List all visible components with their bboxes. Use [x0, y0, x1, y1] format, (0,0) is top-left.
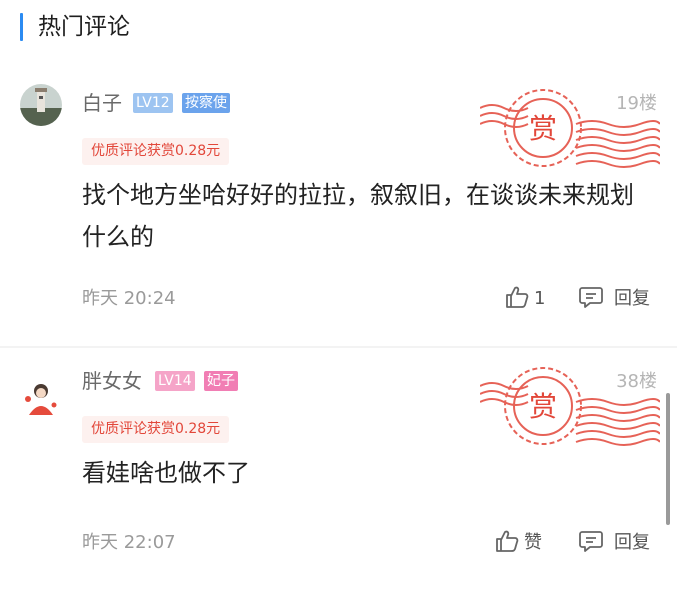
- level-badge: LV14: [155, 371, 195, 391]
- comment-content: 看娃啥也做不了: [82, 459, 250, 487]
- level-badge: LV12: [133, 93, 173, 113]
- scrollbar[interactable]: [666, 393, 670, 525]
- reply-icon[interactable]: [578, 528, 604, 554]
- like-button[interactable]: 赞: [524, 530, 542, 556]
- username[interactable]: 白子: [82, 89, 122, 117]
- comment-item: 白子 LV12 按察使 19楼 赏 优质评论获赏0.28元 找个地方坐哈好好的拉…: [0, 74, 677, 344]
- role-badge: 妃子: [204, 371, 238, 391]
- comment-content: 找个地方坐哈好好的拉拉，叙叙旧，在谈谈未来规划什么的: [82, 181, 634, 251]
- stamp-char: 赏: [529, 390, 557, 423]
- like-count[interactable]: 1: [534, 286, 545, 312]
- reply-button[interactable]: 回复: [614, 286, 650, 312]
- avatar[interactable]: [20, 84, 62, 126]
- section-title: 热门评论: [38, 14, 130, 40]
- section-header: 热门评论: [0, 0, 677, 56]
- comment-time: 昨天 22:07: [82, 532, 176, 553]
- header-accent-bar: [20, 13, 23, 41]
- thumbs-up-icon[interactable]: [504, 284, 530, 310]
- comment-time: 昨天 20:24: [82, 288, 176, 309]
- reply-button[interactable]: 回复: [614, 530, 650, 556]
- thumbs-up-icon[interactable]: [494, 528, 520, 554]
- comment-item: 胖女女 LV14 妃子 38楼 赏 优质评论获赏0.28元 看娃啥也做不了 昨天…: [0, 352, 677, 600]
- reward-tag: 优质评论获赏0.28元: [82, 416, 230, 443]
- username[interactable]: 胖女女: [82, 367, 142, 395]
- avatar[interactable]: [20, 377, 62, 419]
- reply-icon[interactable]: [578, 284, 604, 310]
- stamp-char: 赏: [529, 112, 557, 145]
- divider: [0, 346, 677, 348]
- reward-tag: 优质评论获赏0.28元: [82, 138, 230, 165]
- role-badge: 按察使: [182, 93, 230, 113]
